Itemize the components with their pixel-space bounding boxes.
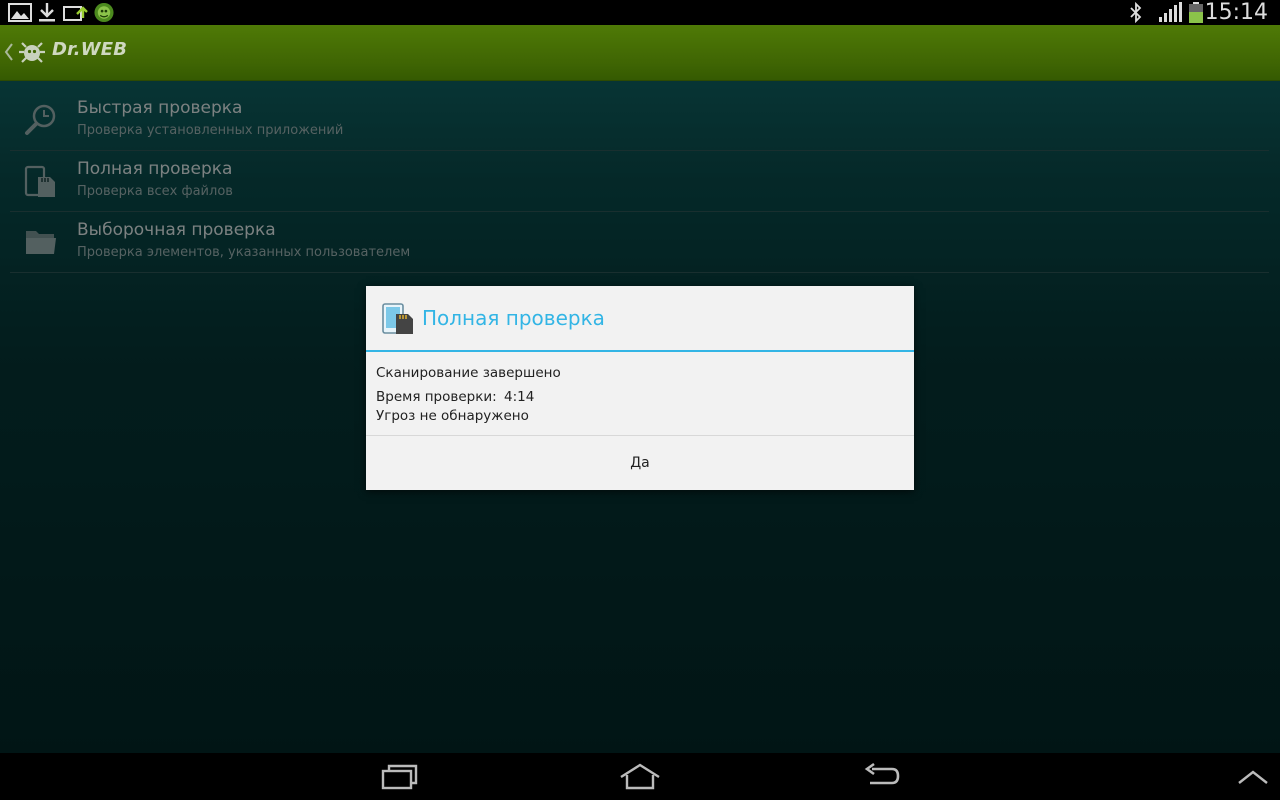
status-bar: 15:14 [0,0,1280,25]
battery-icon [1189,2,1203,23]
app-brand: Dr.WEB [52,39,128,60]
bluetooth-icon [1130,2,1142,23]
sync-icon [63,6,88,21]
home-icon[interactable] [618,761,662,791]
drweb-icon [94,2,114,23]
action-bar: Dr.WEB [0,25,1280,81]
signal-icon [1159,2,1182,22]
chevron-left-icon [4,43,13,61]
back-icon[interactable] [862,761,902,791]
expand-up-icon[interactable] [1236,761,1270,791]
scan-time-label: Время проверки: [376,389,497,405]
navigation-bar [0,753,1280,800]
scan-time-row: Время проверки: 4:14 [376,389,534,405]
dialog-title: Полная проверка [422,306,605,330]
scan-status-text: Сканирование завершено [376,365,561,381]
scan-result-dialog: Полная проверка Сканирование завершено В… [366,286,914,490]
dialog-header: Полная проверка [366,286,914,352]
scan-time-value: 4:14 [504,389,535,405]
download-icon [39,3,55,22]
ok-button[interactable]: Да [366,436,914,490]
threats-text: Угроз не обнаружено [376,408,529,424]
up-navigation[interactable]: Dr.WEB [0,25,130,81]
gallery-icon [8,3,32,22]
drweb-logo-icon [19,42,45,63]
device-sdcard-icon [382,303,413,334]
recent-apps-icon[interactable] [380,761,420,791]
clock: 15:14 [1204,0,1268,25]
